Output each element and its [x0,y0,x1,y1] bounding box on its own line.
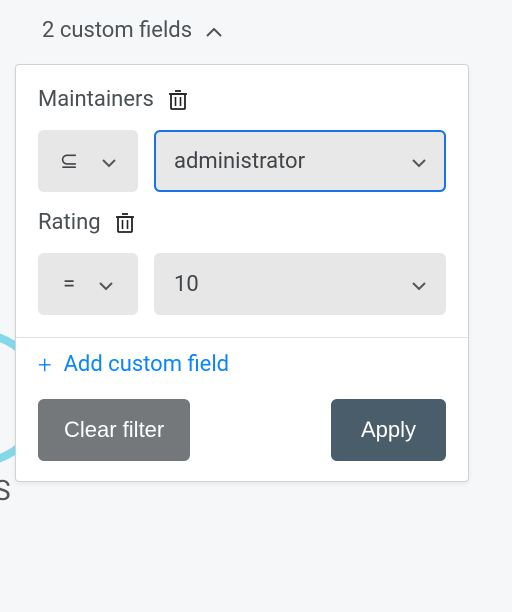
chevron-down-icon [412,272,426,297]
value-select[interactable]: 10 [154,253,446,315]
value-text: 10 [174,272,199,297]
chevron-down-icon [99,272,113,297]
filter-rating: Rating = [38,210,446,315]
value-text: administrator [174,149,305,174]
trash-icon[interactable] [115,212,135,234]
operator-value: = [63,272,75,297]
operator-select[interactable]: = [38,253,138,315]
custom-fields-toggle-label: 2 custom fields [42,18,192,43]
trash-icon[interactable] [168,89,188,111]
value-select[interactable]: administrator [154,130,446,192]
chevron-down-icon [102,149,116,174]
action-buttons: Clear filter Apply [38,399,446,461]
divider [16,337,468,338]
custom-fields-panel: Maintainers ⊆ [15,64,469,482]
plus-icon: + [38,353,52,377]
filter-maintainers: Maintainers ⊆ [38,87,446,192]
filter-label: Rating [38,210,101,235]
filter-row: = 10 [38,253,446,315]
filter-label: Maintainers [38,87,154,112]
add-custom-field-label: Add custom field [64,352,230,377]
operator-select[interactable]: ⊆ [38,130,138,192]
bg-decoration-letter: S [0,474,11,507]
add-custom-field-button[interactable]: + Add custom field [38,352,446,377]
chevron-up-icon [206,18,222,43]
clear-filter-button[interactable]: Clear filter [38,399,190,461]
apply-button[interactable]: Apply [331,399,446,461]
clear-filter-label: Clear filter [64,417,164,443]
filter-row: ⊆ administrator [38,130,446,192]
custom-fields-toggle[interactable]: 2 custom fields [42,18,222,43]
apply-label: Apply [361,417,416,443]
chevron-down-icon [412,149,426,174]
filter-header: Rating [38,210,446,235]
operator-value: ⊆ [60,149,78,174]
filter-header: Maintainers [38,87,446,112]
